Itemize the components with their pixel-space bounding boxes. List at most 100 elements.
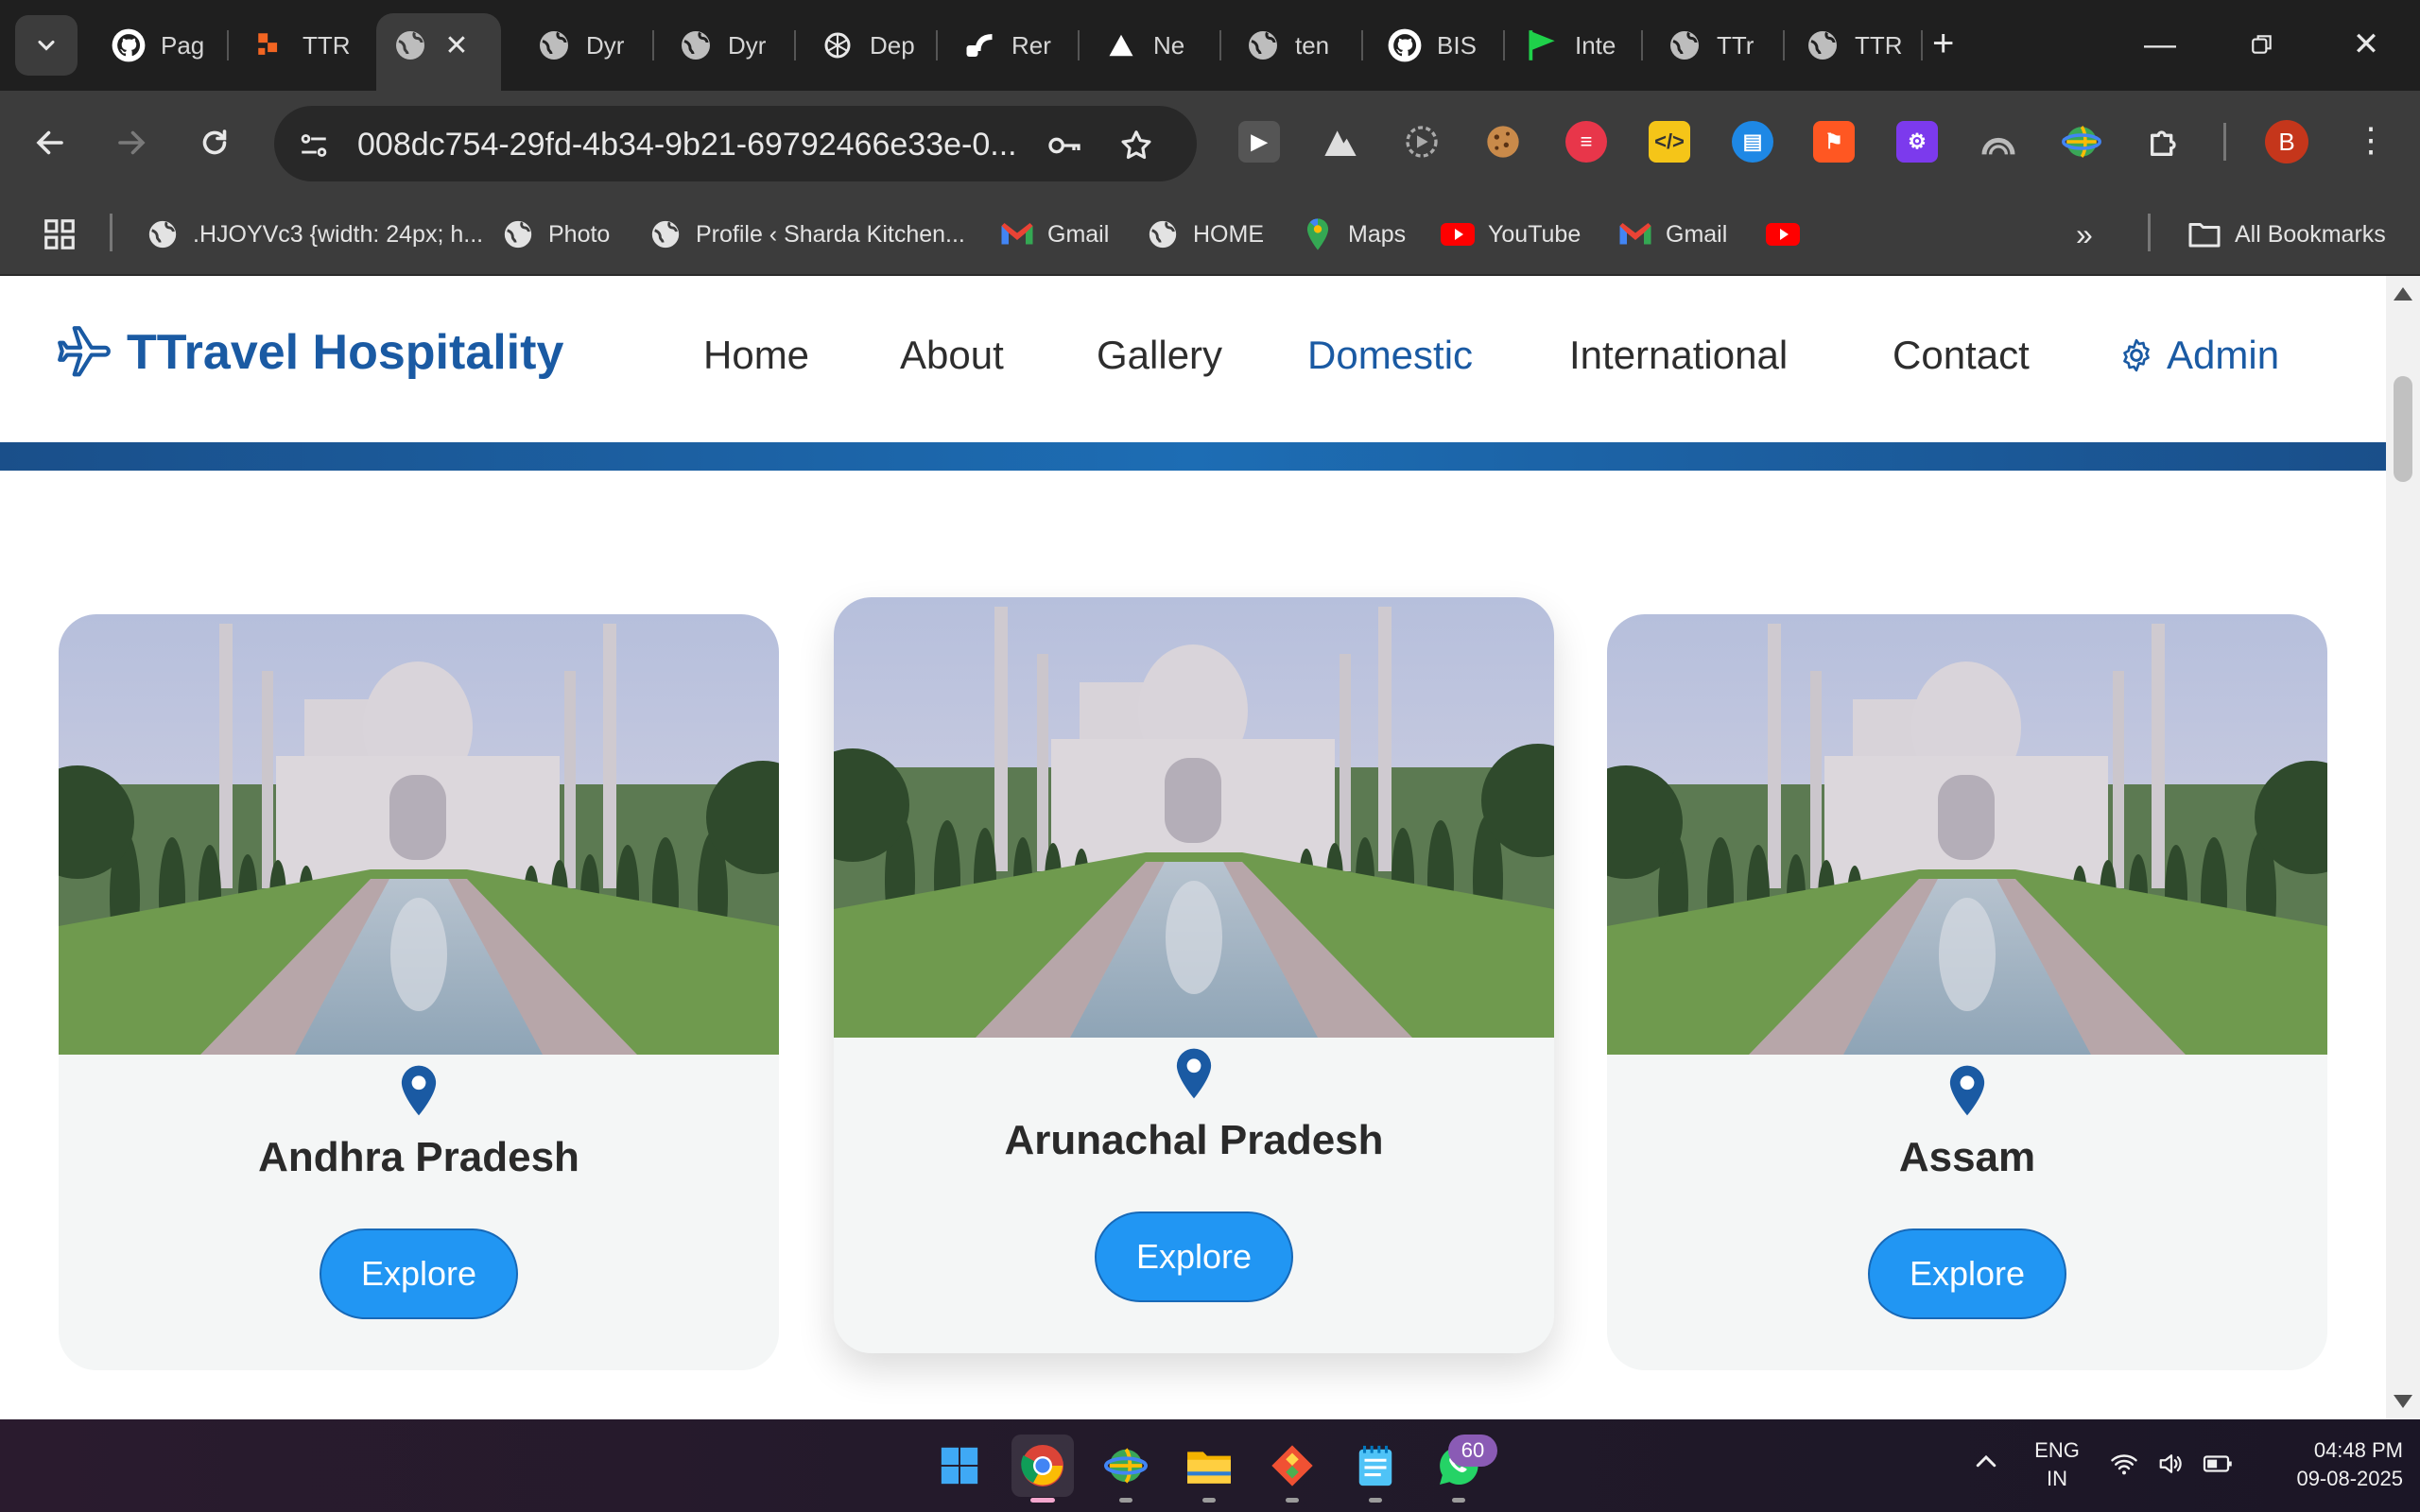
page-scrollbar[interactable]	[2386, 276, 2420, 1419]
bookmark-item[interactable]: YouTube	[1441, 212, 1581, 257]
bookmark-item[interactable]: Gmail	[1618, 212, 1727, 257]
browser-tab[interactable]: Dyr	[520, 13, 654, 77]
nav-home[interactable]: Home	[703, 333, 809, 378]
extension-speed-icon[interactable]	[1401, 121, 1443, 163]
toolbar-divider	[2223, 123, 2226, 161]
tab-separator	[1641, 30, 1643, 60]
scroll-up-arrow-icon[interactable]	[2394, 287, 2412, 301]
tab-separator	[652, 30, 654, 60]
site-brand[interactable]: TTravel Hospitality	[55, 323, 563, 382]
bookmark-item[interactable]: .HJOYVc3 {width: 24px; h...	[146, 212, 483, 257]
clock[interactable]: 04:48 PM 09-08-2025	[2263, 1438, 2403, 1491]
all-bookmarks-button[interactable]: All Bookmarks	[2187, 212, 2386, 257]
notepad-icon[interactable]	[1344, 1435, 1407, 1503]
more-menu-icon[interactable]: ⋮	[2354, 121, 2388, 159]
git-icon[interactable]	[1261, 1435, 1323, 1503]
chevron-down-icon	[38, 40, 55, 51]
restore-icon[interactable]	[2240, 23, 2284, 68]
location-pin-icon	[1949, 1065, 1985, 1116]
nav-gallery[interactable]: Gallery	[1097, 333, 1222, 378]
more-bookmarks-icon[interactable]: »	[2076, 212, 2093, 257]
scroll-down-arrow-icon[interactable]	[2394, 1395, 2412, 1408]
bookmark-item[interactable]: HOME	[1146, 212, 1264, 257]
profile-avatar[interactable]: B	[2265, 120, 2308, 163]
browser-tab[interactable]: Dyr	[662, 13, 796, 77]
destination-name: Andhra Pradesh	[258, 1134, 579, 1180]
bookmark-label: Photo	[548, 220, 611, 248]
minimize-icon[interactable]: —	[2138, 23, 2182, 66]
scrollbar-thumb[interactable]	[2394, 376, 2412, 482]
explore-button[interactable]: Explore	[320, 1228, 518, 1319]
browser-tab[interactable]: ten	[1229, 13, 1363, 77]
tab-search-button[interactable]	[15, 15, 78, 76]
extension-gear-icon[interactable]: ⚙	[1896, 121, 1938, 163]
battery-icon[interactable]	[2203, 1450, 2235, 1483]
nav-domestic[interactable]: Domestic	[1307, 333, 1473, 378]
forward-button[interactable]	[108, 119, 155, 166]
bookmark-label: YouTube	[1488, 220, 1582, 248]
youtube-icon	[1766, 217, 1800, 251]
browser-tab[interactable]: Rer	[945, 13, 1080, 77]
taj-mahal-photo	[1607, 614, 2327, 1055]
extension-flag-icon[interactable]: ⚑	[1813, 121, 1855, 163]
running-indicator	[1202, 1498, 1216, 1503]
site-info-icon[interactable]	[295, 127, 333, 164]
browser-tab-active[interactable]: ✕	[376, 13, 501, 91]
back-button[interactable]	[26, 119, 74, 166]
close-window-icon[interactable]: ✕	[2344, 23, 2388, 66]
browser-tab[interactable]: TTR	[236, 13, 369, 77]
extension-mountain-icon[interactable]	[1320, 121, 1361, 163]
language-indicator[interactable]: ENG IN	[2031, 1438, 2083, 1491]
bookmark-item[interactable]: Gmail	[1000, 212, 1109, 257]
explore-button[interactable]: Explore	[1868, 1228, 2066, 1319]
running-indicator	[1452, 1498, 1465, 1503]
extension-arc-icon[interactable]	[1978, 121, 2019, 163]
bookmark-item[interactable]: Profile ‹ Sharda Kitchen...	[648, 212, 965, 257]
bookmark-item[interactable]	[1766, 212, 1800, 257]
file-explorer-icon[interactable]	[1178, 1435, 1240, 1503]
destination-name: Arunachal Pradesh	[1004, 1117, 1384, 1163]
bookmark-item[interactable]: Maps	[1301, 212, 1406, 257]
taj-mahal-photo	[834, 597, 1554, 1038]
tab-title: Inte	[1575, 30, 1616, 60]
browser-tab[interactable]: TTR	[1789, 13, 1923, 77]
extension-doc-icon[interactable]: ▤	[1732, 121, 1773, 163]
show-hidden-icons-chevron-icon[interactable]	[1972, 1448, 2000, 1481]
apps-grid-icon[interactable]	[42, 212, 78, 257]
location-pin-icon	[1176, 1048, 1212, 1099]
openai-icon	[819, 26, 856, 64]
extension-code-icon[interactable]: </>	[1649, 121, 1690, 163]
volume-icon[interactable]	[2157, 1450, 2186, 1483]
browser-tab[interactable]: TTr	[1651, 13, 1785, 77]
extension-cookie-icon[interactable]	[1482, 121, 1524, 163]
nav-international[interactable]: International	[1569, 333, 1788, 378]
password-key-icon[interactable]	[1046, 127, 1083, 164]
browser-tab[interactable]: Inte	[1509, 13, 1643, 77]
bookmark-item[interactable]: Photo	[501, 212, 610, 257]
extensions-puzzle-icon[interactable]	[2144, 121, 2186, 163]
bookmarks-divider	[110, 214, 112, 251]
browser-tab[interactable]: Ne	[1087, 13, 1221, 77]
nav-about[interactable]: About	[900, 333, 1004, 378]
chrome-icon[interactable]	[1011, 1435, 1074, 1503]
bookmark-star-icon[interactable]	[1117, 127, 1155, 164]
extension-globe-colorful-icon[interactable]	[2061, 121, 2102, 163]
new-tab-button[interactable]: +	[1932, 25, 1954, 62]
nav-contact[interactable]: Contact	[1893, 333, 2030, 378]
running-indicator	[1286, 1498, 1299, 1503]
close-tab-icon[interactable]: ✕	[442, 30, 471, 61]
globe-icon	[1146, 217, 1180, 251]
explore-button[interactable]: Explore	[1095, 1211, 1293, 1302]
wifi-icon[interactable]	[2110, 1450, 2138, 1483]
nav-admin[interactable]: Admin	[2118, 333, 2279, 378]
reload-button[interactable]	[191, 119, 238, 166]
extension-media-icon[interactable]: ▶	[1238, 121, 1280, 163]
browser-tab[interactable]: Dep	[804, 13, 938, 77]
bookmark-manager-icon[interactable]	[1095, 1435, 1157, 1503]
destination-card: Assam Explore	[1607, 614, 2327, 1370]
browser-tab[interactable]: Pag	[95, 13, 229, 77]
extension-red-icon[interactable]: ≡	[1565, 121, 1607, 163]
address-bar[interactable]: 008dc754-29fd-4b34-9b21-69792466e33e-0..…	[274, 106, 1197, 181]
browser-tab[interactable]: BIS	[1371, 13, 1505, 77]
windows-start-icon[interactable]	[928, 1435, 991, 1497]
